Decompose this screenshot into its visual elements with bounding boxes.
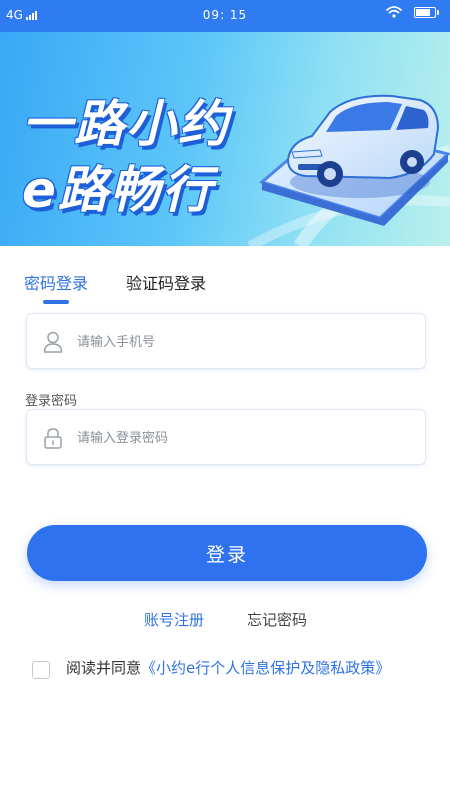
- battery-icon: [414, 6, 439, 18]
- privacy-policy-link[interactable]: 《小约e行个人信息保护及隐私政策》: [141, 659, 390, 677]
- status-time: 09: 15: [202, 8, 248, 22]
- tab-password-login[interactable]: 密码登录: [24, 270, 88, 294]
- agreement-prefix: 阅读并同意: [66, 659, 142, 677]
- user-icon: [43, 331, 63, 353]
- phone-field: [26, 313, 426, 370]
- banner-slogan-line2: e路畅行: [22, 161, 214, 219]
- password-label: 登录密码: [25, 394, 78, 409]
- password-input[interactable]: [75, 410, 409, 466]
- promo-banner: 一路小约 e路畅行: [0, 32, 450, 246]
- wifi-icon: [386, 6, 402, 18]
- status-bar: 4G 09: 15: [0, 0, 450, 32]
- password-field: [26, 409, 426, 466]
- battery-level: [416, 8, 430, 16]
- register-link[interactable]: 账号注册: [144, 609, 204, 630]
- login-button[interactable]: 登录: [27, 525, 427, 581]
- agreement-text: 阅读并同意《小约e行个人信息保护及隐私政策》: [66, 657, 390, 678]
- lock-icon: [44, 428, 62, 449]
- banner-slogan-line1: 一路小约: [22, 95, 230, 153]
- forgot-password-link[interactable]: 忘记密码: [247, 609, 307, 630]
- tab-code-login[interactable]: 验证码登录: [126, 270, 206, 294]
- status-right: [386, 6, 439, 18]
- active-tab-indicator: [43, 300, 69, 304]
- agreement-checkbox[interactable]: [32, 661, 50, 679]
- phone-input[interactable]: [75, 314, 409, 370]
